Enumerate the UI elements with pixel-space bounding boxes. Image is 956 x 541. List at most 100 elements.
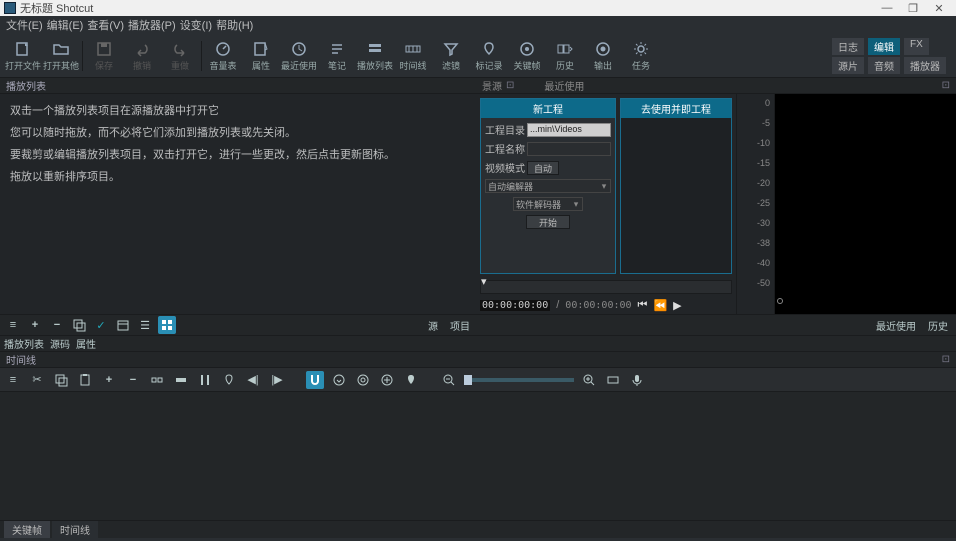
next-edit-icon[interactable]: |▶	[268, 371, 286, 389]
copy-icon[interactable]	[70, 316, 88, 334]
close-icon[interactable]: ⊡	[942, 80, 950, 91]
tab-fx[interactable]: FX	[904, 38, 929, 55]
lift-icon[interactable]	[148, 371, 166, 389]
playlist-tab[interactable]: 播放列表	[4, 336, 44, 351]
rewind-button[interactable]: ⏪	[653, 299, 667, 312]
project-tab[interactable]: 项目	[446, 318, 474, 333]
audio-ruler: 0 -5 -10 -15 -20 -25 -30 -38 -40 -50	[736, 94, 774, 314]
tb-open-other[interactable]: 打开其他	[42, 36, 80, 76]
tb-undo[interactable]: 撤销	[123, 36, 161, 76]
menu-help[interactable]: 帮助(H)	[216, 17, 253, 33]
source-panel-header: 景源⊡ 最近使用	[476, 78, 736, 93]
tb-properties[interactable]: 属性	[242, 36, 280, 76]
menu-view[interactable]: 查看(V)	[87, 17, 124, 33]
decoder-dropdown[interactable]: 软件解码器 ▾	[513, 197, 583, 211]
grid-view-icon[interactable]	[158, 316, 176, 334]
skip-prev-button[interactable]: ⏮	[638, 299, 648, 312]
tab-audio[interactable]: 音频	[868, 57, 900, 74]
close-button[interactable]: ✕	[926, 2, 952, 15]
tab-edit[interactable]: 编辑	[868, 38, 900, 55]
folder-open-icon	[52, 40, 70, 58]
menu-file[interactable]: 文件(E)	[6, 17, 43, 33]
tb-export[interactable]: 输出	[584, 36, 622, 76]
video-mode-button[interactable]: 自动	[527, 161, 559, 175]
filter-icon	[442, 40, 460, 58]
timecode-display[interactable]: 00:00:00:00	[480, 300, 550, 311]
undo-icon	[133, 40, 151, 58]
tb-playlist[interactable]: 播放列表	[356, 36, 394, 76]
minimize-button[interactable]: —	[874, 2, 900, 14]
save-icon	[95, 40, 113, 58]
tb-peak-meter[interactable]: 音量表	[204, 36, 242, 76]
project-dir-input[interactable]: ...min\Videos	[527, 123, 611, 137]
snap-icon[interactable]	[306, 371, 324, 389]
overwrite-icon[interactable]	[172, 371, 190, 389]
play-button[interactable]: ▶	[673, 299, 681, 312]
remove-icon[interactable]: −	[48, 316, 66, 334]
tb-notes[interactable]: 笔记	[318, 36, 356, 76]
export-icon	[594, 40, 612, 58]
menu-player[interactable]: 播放器(P)	[128, 17, 176, 33]
timeline-tab[interactable]: 时间线	[52, 521, 98, 538]
recent-tab[interactable]: 最近使用	[872, 318, 920, 333]
source-tab[interactable]: 源码	[50, 336, 70, 351]
tb-filters[interactable]: 滤镜	[432, 36, 470, 76]
list-view-icon[interactable]: ☰	[136, 316, 154, 334]
zoom-fit-icon[interactable]	[604, 371, 622, 389]
menu-edit[interactable]: 编辑(E)	[47, 17, 84, 33]
tb-timeline[interactable]: 时间线	[394, 36, 432, 76]
tb-recent[interactable]: 最近使用	[280, 36, 318, 76]
check-icon[interactable]: ✓	[92, 316, 110, 334]
marker-icon	[480, 40, 498, 58]
history-tab[interactable]: 历史	[924, 318, 952, 333]
tb-markers[interactable]: 标记录	[470, 36, 508, 76]
properties-tab[interactable]: 属性	[76, 336, 96, 351]
cut-icon[interactable]: ✂	[28, 371, 46, 389]
tab-log[interactable]: 日志	[832, 38, 864, 55]
window-titlebar: 无标题 Shotcut — ❐ ✕	[0, 0, 956, 16]
close-icon[interactable]: ⊡	[506, 80, 514, 91]
keyframe-icon	[518, 40, 536, 58]
tb-jobs[interactable]: 任务	[622, 36, 660, 76]
ripple-markers-icon[interactable]	[378, 371, 396, 389]
tb-keyframes[interactable]: 关键帧	[508, 36, 546, 76]
start-button[interactable]: 开始	[526, 215, 570, 229]
tab-source[interactable]: 源片	[832, 57, 864, 74]
menu-icon[interactable]: ≡	[4, 316, 22, 334]
ripple-all-icon[interactable]	[354, 371, 372, 389]
panel-toolbar: ≡ + − ✓ ☰ 源 项目 最近使用 历史	[0, 314, 956, 336]
scrub-icon[interactable]	[402, 371, 420, 389]
maximize-button[interactable]: ❐	[900, 2, 926, 15]
prev-edit-icon[interactable]: ◀|	[244, 371, 262, 389]
ripple-icon[interactable]	[330, 371, 348, 389]
tb-save[interactable]: 保存	[85, 36, 123, 76]
remove-icon[interactable]: −	[124, 371, 142, 389]
split-icon[interactable]	[196, 371, 214, 389]
tb-open-file[interactable]: 打开文件	[4, 36, 42, 76]
history-icon	[556, 40, 574, 58]
tb-history[interactable]: 历史	[546, 36, 584, 76]
copy-icon[interactable]	[52, 371, 70, 389]
timeline-tracks[interactable]	[0, 392, 956, 520]
seek-track[interactable]: ▾	[480, 280, 732, 294]
menu-icon[interactable]: ≡	[4, 371, 22, 389]
add-icon[interactable]: +	[26, 316, 44, 334]
codec-dropdown[interactable]: 自动编解器 ▾	[485, 179, 611, 193]
zoom-in-icon[interactable]	[580, 371, 598, 389]
calendar-icon[interactable]	[114, 316, 132, 334]
close-icon[interactable]: ⊡	[942, 354, 950, 365]
project-name-input[interactable]	[527, 142, 611, 156]
record-icon[interactable]	[628, 371, 646, 389]
paste-icon[interactable]	[76, 371, 94, 389]
marker-icon[interactable]	[220, 371, 238, 389]
add-icon[interactable]: +	[100, 371, 118, 389]
tb-redo[interactable]: 重做	[161, 36, 199, 76]
slider-knob[interactable]	[464, 375, 472, 385]
timeline-header: 时间线 ⊡	[0, 352, 956, 368]
tab-player[interactable]: 播放器	[904, 57, 946, 74]
zoom-out-icon[interactable]	[440, 371, 458, 389]
keyframes-tab[interactable]: 关键帧	[4, 521, 50, 538]
zoom-slider[interactable]	[464, 378, 574, 382]
menu-settings[interactable]: 设变(I)	[180, 17, 212, 33]
source-tab[interactable]: 源	[424, 318, 442, 333]
